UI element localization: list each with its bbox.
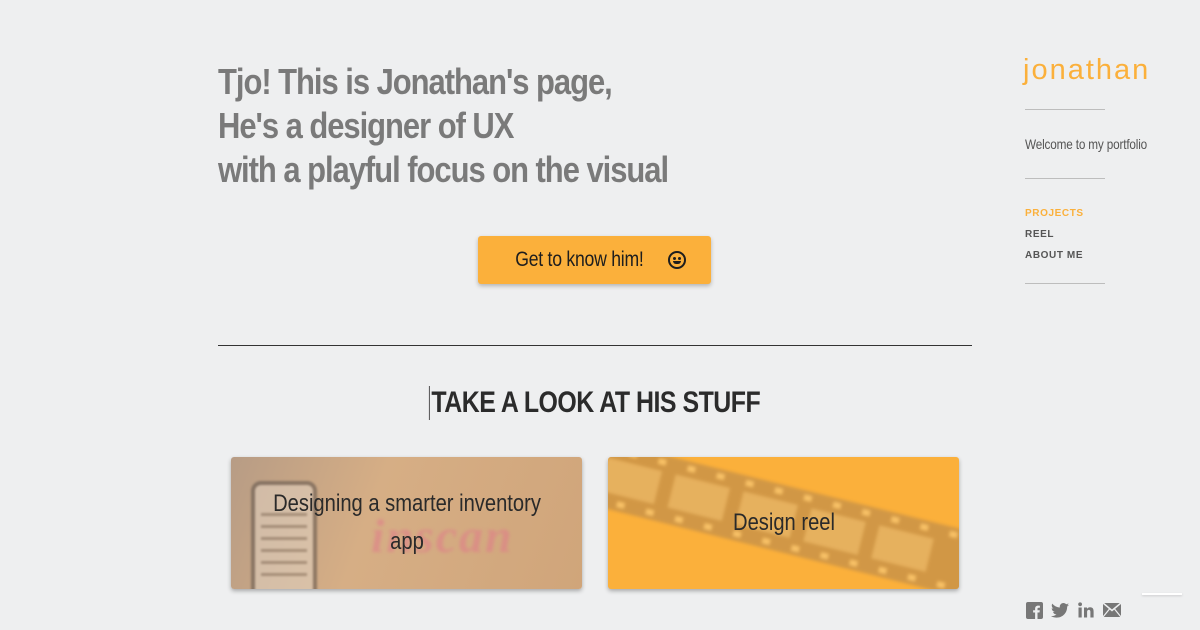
twitter-icon[interactable] — [1051, 601, 1069, 619]
nav-item-projects[interactable]: PROJECTS — [1025, 203, 1084, 224]
nav-item-about-me[interactable]: ABOUT ME — [1025, 245, 1084, 266]
project-card-design-reel[interactable]: Design reel — [608, 457, 959, 589]
get-to-know-him-button[interactable]: Get to know him! — [478, 236, 711, 284]
linkedin-icon[interactable] — [1077, 601, 1095, 619]
hero-line-2: He's a designer of UX — [218, 105, 514, 146]
card-label: Designing a smarter inventory app — [272, 490, 541, 555]
social-links — [1025, 601, 1121, 619]
sidebar-nav: PROJECTS REEL ABOUT ME — [1025, 203, 1084, 266]
brand-logo[interactable]: jonathan — [1023, 54, 1150, 87]
section-title-text: TAKE A LOOK AT HIS STUFF — [429, 386, 761, 420]
sidebar-divider — [1025, 283, 1105, 284]
nav-item-reel[interactable]: REEL — [1025, 224, 1084, 245]
cta-label: Get to know him! — [515, 248, 644, 271]
project-card-inventory-app[interactable]: inscan Designing a smarter inventory app — [231, 457, 582, 589]
decorative-line — [1142, 593, 1182, 595]
section-divider — [218, 345, 972, 346]
facebook-icon[interactable] — [1025, 601, 1043, 619]
smiley-icon — [667, 251, 686, 269]
portfolio-page: Tjo! This is Jonathan's page, He's a des… — [0, 0, 1200, 630]
hero-line-1: Tjo! This is Jonathan's page, — [218, 61, 613, 102]
sidebar-divider — [1025, 178, 1105, 179]
mail-icon[interactable] — [1103, 601, 1121, 619]
card-label-container: Designing a smarter inventory app — [231, 457, 582, 589]
card-label-container: Design reel — [608, 457, 959, 589]
hero-line-3: with a playful focus on the visual — [218, 149, 669, 190]
section-title: TAKE A LOOK AT HIS STUFF — [218, 386, 972, 420]
card-label: Design reel — [732, 509, 835, 536]
welcome-text: Welcome to my portfolio — [1025, 136, 1148, 152]
hero-title: Tjo! This is Jonathan's page, He's a des… — [218, 60, 669, 192]
sidebar-divider — [1025, 109, 1105, 110]
